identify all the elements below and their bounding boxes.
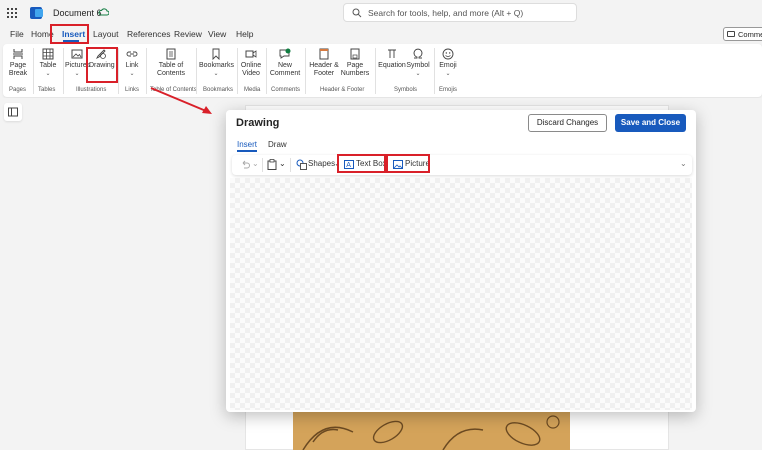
equation-icon xyxy=(388,49,396,58)
table-of-contents-icon xyxy=(166,48,176,60)
group-tables: Tables xyxy=(38,87,56,93)
comment-icon xyxy=(727,31,735,37)
link-button[interactable]: Link ⌄ xyxy=(123,46,141,78)
page-numbers-icon xyxy=(350,48,360,60)
shapes-dropdown-icon[interactable]: ⌄ xyxy=(334,159,341,168)
picture-icon xyxy=(393,160,403,169)
decorative-image xyxy=(293,412,570,450)
shapes-icon xyxy=(296,159,307,170)
group-emojis: Emojis xyxy=(439,87,458,93)
document-title[interactable]: Document 6 xyxy=(53,8,102,18)
menu-references[interactable]: References xyxy=(127,29,170,39)
group-header-footer: Header & Footer xyxy=(320,87,365,93)
menu-bar: File Home Insert Layout References Revie… xyxy=(0,26,762,42)
group-links: Links xyxy=(125,87,140,93)
menu-insert[interactable]: Insert xyxy=(62,29,85,39)
dialog-tab-insert[interactable]: Insert xyxy=(237,140,257,149)
menu-file[interactable]: File xyxy=(10,29,24,39)
group-comments: Comments xyxy=(271,87,301,93)
save-and-close-button[interactable]: Save and Close xyxy=(615,114,686,132)
search-placeholder: Search for tools, help, and more (Alt + … xyxy=(368,8,524,18)
group-symbols: Symbols xyxy=(394,87,418,93)
group-illustrations: Illustrations xyxy=(76,87,107,93)
bookmark-icon xyxy=(212,48,220,60)
emoji-button[interactable]: Emoji ⌄ xyxy=(437,46,459,78)
new-comment-icon xyxy=(279,48,291,59)
navigation-pane-button[interactable] xyxy=(4,103,22,121)
equation-button[interactable]: Equation xyxy=(377,46,407,70)
ribbon: Page Break Pages Table ⌄ Tables Pictures… xyxy=(3,44,762,97)
table-button[interactable]: Table ⌄ xyxy=(37,46,59,78)
discard-changes-button[interactable]: Discard Changes xyxy=(528,114,607,132)
clipboard-dropdown-icon[interactable]: ⌄ xyxy=(279,159,286,168)
group-bookmarks: Bookmarks xyxy=(203,87,234,93)
comments-button[interactable]: Comments xyxy=(723,27,762,41)
header-footer-button[interactable]: Header & Footer xyxy=(308,46,340,78)
toc-button[interactable]: Table of Contents xyxy=(151,46,191,78)
menu-help[interactable]: Help xyxy=(236,29,253,39)
page-break-button[interactable]: Page Break xyxy=(7,46,29,78)
table-icon xyxy=(42,48,54,60)
svg-text:A: A xyxy=(346,162,351,169)
sidebar-icon xyxy=(8,107,18,117)
undo-dropdown-icon[interactable]: ⌄ xyxy=(252,159,259,168)
waffle-icon[interactable] xyxy=(7,8,17,18)
group-table-of-contents: Table of Contents xyxy=(150,87,197,93)
menu-home[interactable]: Home xyxy=(31,29,54,39)
undo-icon[interactable] xyxy=(240,160,250,170)
comments-label: Comments xyxy=(738,30,762,39)
toolbar-expand-icon[interactable]: ⌄ xyxy=(680,159,687,168)
symbol-button[interactable]: Symbol ⌄ xyxy=(405,46,431,78)
bookmarks-button[interactable]: Bookmarks ⌄ xyxy=(199,46,234,78)
drawing-dialog: Drawing Discard Changes Save and Close I… xyxy=(226,110,696,412)
omega-icon xyxy=(413,48,423,59)
group-pages: Pages xyxy=(9,87,27,93)
search-box[interactable]: Search for tools, help, and more (Alt + … xyxy=(343,3,577,22)
drawing-toolbar: ⌄ ⌄ Shapes ⌄ A Text Box Picture ⌄ xyxy=(232,155,692,175)
text-box-icon: A xyxy=(344,160,354,169)
active-tab-indicator xyxy=(63,40,79,42)
search-icon xyxy=(352,8,362,18)
emoji-icon xyxy=(442,48,454,60)
picture-button[interactable]: Picture xyxy=(405,159,430,168)
drawing-button[interactable]: Drawing xyxy=(89,46,115,70)
shapes-button[interactable]: Shapes xyxy=(308,159,335,168)
text-box-button[interactable]: Text Box xyxy=(356,159,387,168)
link-icon xyxy=(126,51,138,57)
menu-review[interactable]: Review xyxy=(174,29,202,39)
word-logo-icon xyxy=(30,7,43,19)
menu-layout[interactable]: Layout xyxy=(93,29,119,39)
title-bar: Document 6 Search for tools, help, and m… xyxy=(0,0,762,26)
new-comment-button[interactable]: New Comment xyxy=(269,46,301,78)
leaf-pattern xyxy=(302,415,560,450)
pictures-icon xyxy=(71,49,83,59)
page-numbers-button[interactable]: Page Numbers xyxy=(339,46,371,78)
dialog-tab-draw[interactable]: Draw xyxy=(268,140,287,149)
online-video-button[interactable]: Online Video xyxy=(239,46,263,78)
group-media: Media xyxy=(244,87,261,93)
menu-view[interactable]: View xyxy=(208,29,226,39)
dialog-title: Drawing xyxy=(236,117,280,129)
page-break-icon xyxy=(13,49,23,59)
video-icon xyxy=(245,50,257,58)
dialog-tab-indicator xyxy=(237,150,257,152)
drawing-icon xyxy=(95,49,106,60)
pictures-button[interactable]: Pictures ⌄ xyxy=(65,46,90,78)
header-footer-icon xyxy=(319,48,329,60)
clipboard-icon[interactable] xyxy=(267,159,277,170)
cloud-sync-icon xyxy=(98,8,109,16)
drawing-canvas[interactable] xyxy=(230,178,692,410)
